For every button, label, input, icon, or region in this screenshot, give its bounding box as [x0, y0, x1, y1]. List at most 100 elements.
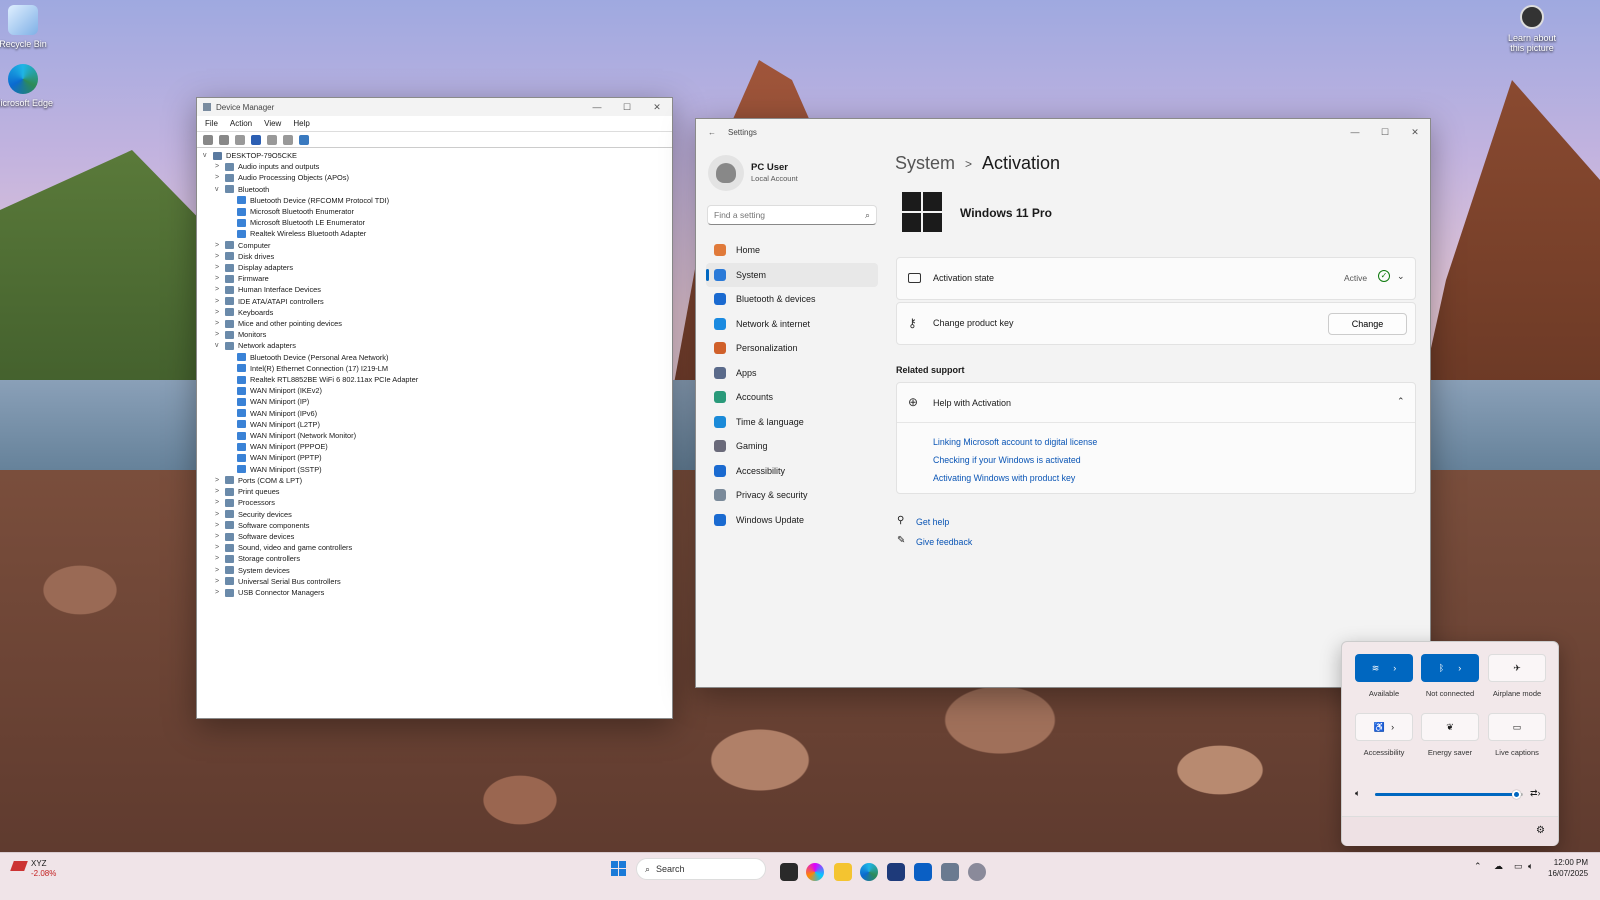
help-link[interactable]: Linking Microsoft account to digital lic… — [933, 437, 1097, 447]
get-help-link[interactable]: Get help — [916, 517, 949, 527]
dm-titlebar[interactable]: Device Manager — ☐ ✕ — [197, 98, 672, 116]
chevron-right-icon[interactable]: › — [1458, 663, 1461, 673]
copilot-icon[interactable] — [806, 863, 824, 881]
airplane-mode-toggle[interactable]: ✈ — [1488, 654, 1546, 682]
chevron-right-icon[interactable]: > — [215, 296, 225, 307]
tree-item[interactable]: > Processors — [203, 497, 666, 508]
nav-item[interactable]: System — [706, 262, 878, 287]
tree-item[interactable]: > Disk drives — [203, 251, 666, 262]
device-manager-taskbar-icon[interactable] — [941, 863, 959, 881]
chevron-right-icon[interactable]: > — [215, 587, 225, 598]
tree-item[interactable]: > Audio Processing Objects (APOs) — [203, 172, 666, 183]
chevron-right-icon[interactable]: > — [215, 161, 225, 172]
chevron-right-icon[interactable]: > — [215, 273, 225, 284]
audio-output-icon[interactable]: ⇄› — [1530, 788, 1541, 799]
chevron-up-icon[interactable]: ⌃ — [1397, 396, 1405, 407]
monitor-icon[interactable] — [299, 134, 309, 145]
tree-item[interactable]: > Mice and other pointing devices — [203, 318, 666, 329]
tree-item[interactable]: WAN Miniport (PPPOE) — [203, 441, 666, 452]
settings-search[interactable]: ⌕ — [707, 205, 877, 225]
wifi-toggle[interactable]: ≋ › — [1355, 654, 1413, 682]
clock-time[interactable]: 12:00 PM — [1548, 858, 1588, 867]
start-button[interactable] — [611, 861, 626, 876]
stock-icon[interactable] — [10, 861, 28, 871]
tree-item[interactable]: > Software devices — [203, 531, 666, 542]
settings-taskbar-icon[interactable] — [968, 863, 986, 881]
chevron-right-icon[interactable]: > — [215, 531, 225, 542]
back-arrow-icon[interactable]: ← — [708, 128, 716, 137]
search-input[interactable] — [714, 210, 865, 220]
speaker-icon[interactable]: 🔈︎ — [1528, 861, 1533, 872]
nav-item[interactable]: Personalization — [706, 336, 878, 361]
tree-item[interactable]: Bluetooth Device (RFCOMM Protocol TDI) — [203, 195, 666, 206]
gear-icon[interactable]: ⚙ — [1536, 825, 1545, 836]
maximize-button[interactable]: ☐ — [612, 102, 642, 113]
edge-icon[interactable] — [860, 863, 878, 881]
nav-item[interactable]: Apps — [706, 361, 878, 386]
nav-item[interactable]: Privacy & security — [706, 483, 878, 508]
maximize-button[interactable]: ☐ — [1370, 127, 1400, 138]
tree-item[interactable]: Microsoft Bluetooth Enumerator — [203, 206, 666, 217]
chevron-right-icon[interactable]: > — [215, 475, 225, 486]
learn-about-picture[interactable]: Learn about this picture — [1500, 5, 1564, 53]
task-view-icon[interactable] — [780, 863, 798, 881]
onedrive-icon[interactable]: ☁ — [1494, 861, 1503, 872]
chevron-right-icon[interactable]: > — [215, 318, 225, 329]
chevron-right-icon[interactable]: > — [215, 240, 225, 251]
properties-icon[interactable] — [235, 134, 245, 145]
stock-name[interactable]: XYZ — [31, 859, 47, 868]
tree-item[interactable]: WAN Miniport (PPTP) — [203, 452, 666, 463]
print-icon[interactable] — [283, 134, 293, 145]
file-explorer-icon[interactable] — [834, 863, 852, 881]
tree-item[interactable]: > Human Interface Devices — [203, 284, 666, 295]
close-button[interactable]: ✕ — [1400, 127, 1430, 138]
tree-item[interactable]: WAN Miniport (IP) — [203, 396, 666, 407]
chevron-down-icon[interactable]: v — [215, 340, 225, 351]
chevron-right-icon[interactable]: > — [215, 565, 225, 576]
live-captions-toggle[interactable]: ▭ — [1488, 713, 1546, 741]
chevron-right-icon[interactable]: > — [215, 329, 225, 340]
tree-item[interactable]: WAN Miniport (Network Monitor) — [203, 430, 666, 441]
chevron-right-icon[interactable]: > — [215, 486, 225, 497]
chevron-right-icon[interactable]: > — [215, 251, 225, 262]
minimize-button[interactable]: — — [582, 102, 612, 113]
tree-item[interactable]: WAN Miniport (L2TP) — [203, 419, 666, 430]
avatar[interactable] — [708, 155, 744, 191]
tree-item[interactable]: > Universal Serial Bus controllers — [203, 576, 666, 587]
nav-item[interactable]: Accessibility — [706, 459, 878, 484]
chevron-right-icon[interactable]: > — [215, 497, 225, 508]
tree-item[interactable]: v Bluetooth — [203, 184, 666, 195]
clock-date[interactable]: 16/07/2025 — [1548, 869, 1588, 878]
menu-action[interactable]: Action — [230, 119, 252, 128]
tree-item[interactable]: > IDE ATA/ATAPI controllers — [203, 296, 666, 307]
tree-item[interactable]: > System devices — [203, 565, 666, 576]
accessibility-toggle[interactable]: ♿ › — [1355, 713, 1413, 741]
bluetooth-toggle[interactable]: ᛒ › — [1421, 654, 1479, 682]
tree-item[interactable]: WAN Miniport (IPv6) — [203, 408, 666, 419]
taskbar-search[interactable]: ⌕ Search — [636, 858, 766, 880]
tree-item[interactable]: > Storage controllers — [203, 553, 666, 564]
chevron-down-icon[interactable]: ⌄ — [1397, 271, 1405, 282]
tree-item[interactable]: v Network adapters — [203, 340, 666, 351]
give-feedback-link[interactable]: Give feedback — [916, 537, 972, 547]
tree-item[interactable]: > Firmware — [203, 273, 666, 284]
menu-help[interactable]: Help — [293, 119, 309, 128]
outlook-icon[interactable] — [914, 863, 932, 881]
chevron-right-icon[interactable]: > — [215, 284, 225, 295]
nav-item[interactable]: Accounts — [706, 385, 878, 410]
store-icon[interactable] — [887, 863, 905, 881]
chevron-right-icon[interactable]: > — [215, 307, 225, 318]
nav-item[interactable]: Time & language — [706, 410, 878, 435]
tree-item[interactable]: WAN Miniport (SSTP) — [203, 464, 666, 475]
breadcrumb-parent[interactable]: System — [895, 153, 955, 174]
help-link[interactable]: Checking if your Windows is activated — [933, 455, 1081, 465]
chevron-down-icon[interactable]: v — [215, 184, 225, 195]
tree-item[interactable]: > Computer — [203, 240, 666, 251]
chevron-right-icon[interactable]: > — [215, 509, 225, 520]
minimize-button[interactable]: — — [1340, 127, 1370, 138]
nav-item[interactable]: Windows Update — [706, 508, 878, 533]
tree-item[interactable]: Realtek Wireless Bluetooth Adapter — [203, 228, 666, 239]
desktop-icon-recycle-bin[interactable]: Recycle Bin — [0, 5, 55, 49]
tree-item[interactable]: WAN Miniport (IKEv2) — [203, 385, 666, 396]
tree-item[interactable]: > Monitors — [203, 329, 666, 340]
